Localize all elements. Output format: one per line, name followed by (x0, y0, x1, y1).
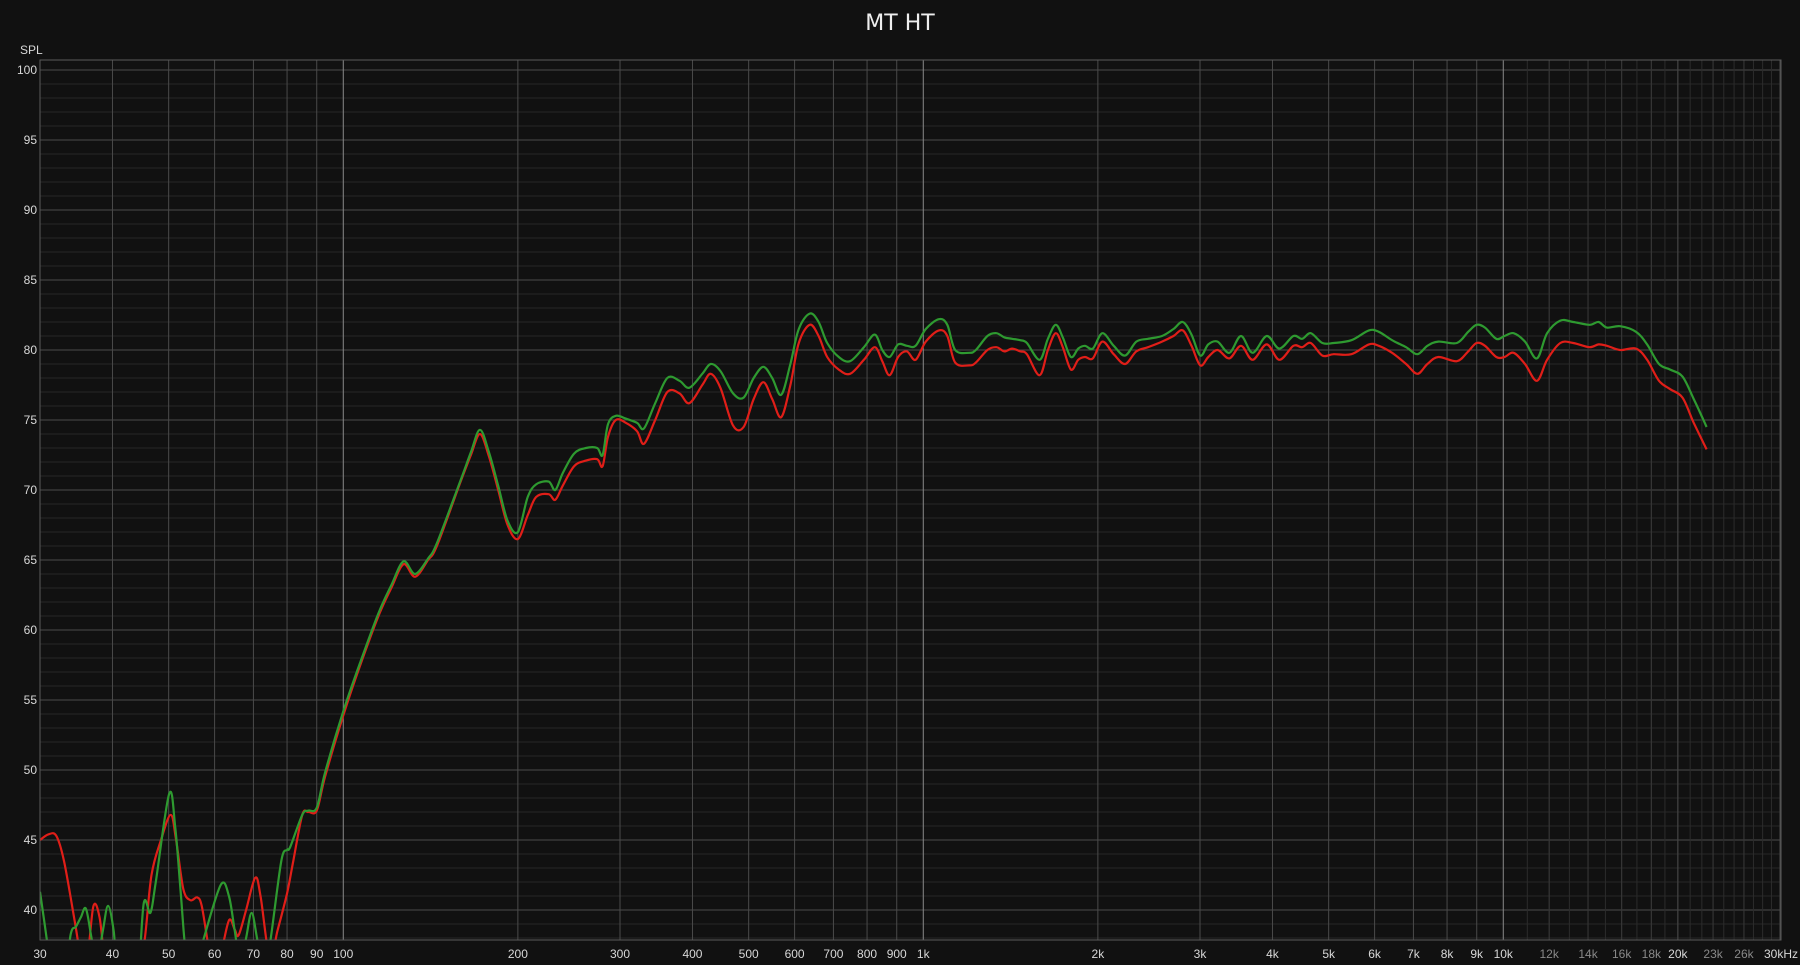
x-tick-label: 20k (1668, 947, 1688, 961)
y-tick-label: 40 (24, 903, 38, 917)
x-tick-label: 3k (1194, 947, 1208, 961)
x-tick-label: 2k (1092, 947, 1106, 961)
x-tick-label: 700 (823, 947, 843, 961)
x-tick-label: 8k (1441, 947, 1455, 961)
x-tick-label: 100 (333, 947, 353, 961)
x-tick-label: 26k (1734, 947, 1754, 961)
x-tick-label: 400 (682, 947, 702, 961)
y-tick-label: 50 (24, 763, 38, 777)
x-tick-label: 5k (1322, 947, 1336, 961)
x-tick-label: 30kHz (1764, 947, 1798, 961)
x-tick-label: 900 (887, 947, 907, 961)
x-tick-label: 600 (785, 947, 805, 961)
x-tick-label: 14k (1578, 947, 1598, 961)
x-tick-label: 12k (1540, 947, 1560, 961)
y-tick-label: 70 (24, 483, 38, 497)
x-tick-label: 40 (106, 947, 120, 961)
y-tick-label: 60 (24, 623, 38, 637)
chart-title: MT HT (865, 11, 935, 36)
y-axis-label: SPL (20, 43, 43, 57)
x-tick-label: 23k (1703, 947, 1723, 961)
x-tick-label: 1k (917, 947, 931, 961)
x-tick-label: 9k (1470, 947, 1484, 961)
y-tick-label: 45 (24, 833, 38, 847)
x-tick-label: 30 (33, 947, 47, 961)
y-tick-label: 80 (24, 343, 38, 357)
x-tick-label: 7k (1407, 947, 1421, 961)
x-tick-label: 18k (1642, 947, 1662, 961)
x-tick-label: 500 (739, 947, 759, 961)
y-tick-label: 95 (24, 133, 38, 147)
x-tick-label: 70 (247, 947, 261, 961)
x-tick-label: 6k (1368, 947, 1382, 961)
x-tick-label: 10k (1494, 947, 1514, 961)
x-tick-label: 60 (208, 947, 222, 961)
x-tick-label: 50 (162, 947, 176, 961)
y-tick-label: 75 (24, 413, 38, 427)
x-tick-label: 4k (1266, 947, 1280, 961)
x-tick-label: 300 (610, 947, 630, 961)
y-tick-label: 55 (24, 693, 38, 707)
x-tick-label: 90 (310, 947, 324, 961)
background (0, 0, 1800, 965)
y-tick-label: 90 (24, 203, 38, 217)
y-tick-label: 100 (17, 63, 37, 77)
x-tick-label: 800 (857, 947, 877, 961)
x-tick-label: 16k (1612, 947, 1632, 961)
y-tick-label: 85 (24, 273, 38, 287)
frequency-response-chart: MT HT SPL 100 95 90 85 80 75 70 65 60 55 50 45 40 30… (0, 0, 1800, 965)
x-tick-label: 80 (280, 947, 294, 961)
x-tick-label: 200 (508, 947, 528, 961)
y-tick-label: 65 (24, 553, 38, 567)
